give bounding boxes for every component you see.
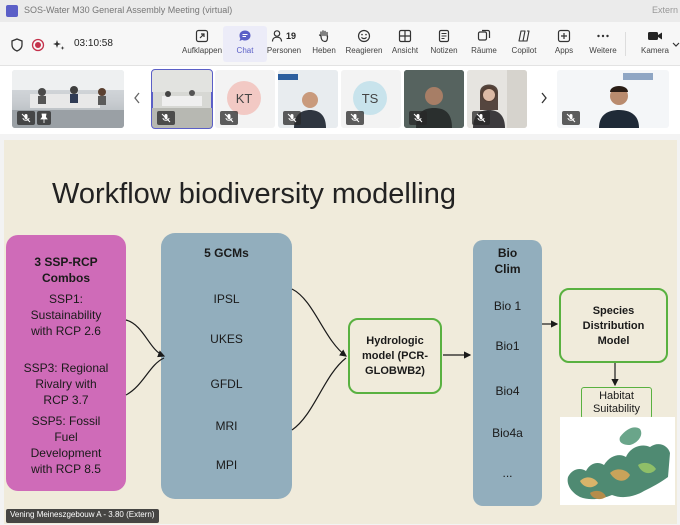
camera-button[interactable]: Kamera bbox=[633, 26, 677, 62]
expand-icon bbox=[195, 29, 209, 43]
participant-tile[interactable] bbox=[557, 70, 669, 128]
chevron-right-icon bbox=[541, 92, 547, 104]
muted-mic-badge bbox=[472, 111, 490, 125]
rooms-label: Räume bbox=[471, 46, 497, 55]
participant-tile[interactable] bbox=[151, 69, 213, 129]
chat-icon bbox=[239, 30, 251, 41]
speaker-caption: Vening Meineszgebouw A - 3.80 (Extern) bbox=[6, 509, 159, 523]
strip-next-button[interactable] bbox=[538, 92, 550, 106]
title-bar: SOS-Water M30 General Assembly Meeting (… bbox=[0, 0, 680, 22]
sparkle-icon[interactable] bbox=[52, 38, 66, 52]
muted-mic-badge bbox=[562, 111, 580, 125]
participant-tile[interactable] bbox=[278, 70, 338, 128]
rooms-button[interactable]: Räume bbox=[462, 26, 506, 62]
participant-strip: KT TS bbox=[0, 66, 680, 134]
participant-tile[interactable] bbox=[404, 70, 464, 128]
window-title: SOS-Water M30 General Assembly Meeting (… bbox=[24, 5, 233, 15]
apps-label: Apps bbox=[554, 46, 574, 55]
europe-habitat-map bbox=[560, 417, 675, 505]
people-label: Personen bbox=[266, 46, 302, 55]
presentation-slide: Workflow biodiversity modelling 3 SSP-RC… bbox=[4, 140, 677, 524]
mic-off-icon bbox=[161, 113, 171, 123]
mic-off-icon bbox=[224, 113, 234, 123]
apps-icon bbox=[557, 29, 571, 43]
view-label: Ansicht bbox=[391, 46, 419, 55]
muted-mic-badge bbox=[17, 111, 35, 125]
strip-prev-button[interactable] bbox=[131, 92, 143, 106]
notes-label: Notizen bbox=[430, 46, 458, 55]
expand-button[interactable]: Aufklappen bbox=[180, 26, 224, 62]
muted-mic-badge bbox=[409, 111, 427, 125]
pin-badge bbox=[37, 111, 51, 125]
mic-off-icon bbox=[413, 113, 423, 123]
copilot-icon bbox=[518, 30, 530, 42]
react-label: Reagieren bbox=[345, 46, 383, 55]
view-button[interactable]: Ansicht bbox=[383, 26, 427, 62]
raise-hand-icon bbox=[318, 30, 329, 43]
shield-icon[interactable] bbox=[10, 38, 24, 52]
people-button[interactable]: 19 Personen bbox=[262, 26, 306, 62]
mic-off-icon bbox=[287, 113, 297, 123]
shared-screen-stage: Workflow biodiversity modelling 3 SSP-RC… bbox=[0, 134, 680, 525]
mic-off-icon bbox=[350, 113, 360, 123]
mic-off-icon bbox=[21, 113, 31, 123]
participant-tile[interactable] bbox=[467, 70, 527, 128]
muted-mic-badge bbox=[346, 111, 364, 125]
muted-mic-badge bbox=[157, 111, 175, 125]
meeting-timer: 03:10:58 bbox=[74, 38, 113, 49]
raise-hand-label: Heben bbox=[312, 46, 336, 55]
react-icon bbox=[357, 29, 371, 43]
notes-icon bbox=[438, 29, 450, 43]
participant-count: 19 bbox=[286, 31, 297, 41]
pin-icon bbox=[40, 113, 48, 123]
meeting-toolbar: 03:10:58 Aufklappen Chat 19 Personen Heb… bbox=[0, 22, 680, 66]
mic-off-icon bbox=[476, 113, 486, 123]
toolbar-divider bbox=[625, 32, 626, 56]
chat-button[interactable]: Chat bbox=[223, 26, 267, 62]
avatar: KT bbox=[227, 81, 261, 115]
recording-icon[interactable] bbox=[31, 38, 45, 52]
teams-logo-icon bbox=[6, 5, 18, 17]
camera-icon bbox=[648, 32, 662, 40]
expand-label: Aufklappen bbox=[181, 46, 223, 55]
camera-label: Kamera bbox=[640, 46, 669, 55]
more-button[interactable]: Weitere bbox=[581, 26, 625, 62]
copilot-button[interactable]: Copilot bbox=[502, 26, 546, 62]
rooms-icon bbox=[477, 29, 491, 41]
extern-label: Extern bbox=[651, 5, 678, 15]
participant-tile[interactable]: KT bbox=[215, 70, 275, 128]
avatar: TS bbox=[353, 81, 387, 115]
participant-tile[interactable]: TS bbox=[341, 70, 401, 128]
react-button[interactable]: Reagieren bbox=[342, 26, 386, 62]
chevron-left-icon bbox=[134, 92, 140, 104]
people-icon bbox=[271, 30, 283, 42]
muted-mic-badge bbox=[283, 111, 301, 125]
apps-button[interactable]: Apps bbox=[542, 26, 586, 62]
more-icon bbox=[597, 34, 609, 38]
notes-button[interactable]: Notizen bbox=[422, 26, 466, 62]
mic-off-icon bbox=[566, 113, 576, 123]
chat-label: Chat bbox=[236, 46, 254, 55]
copilot-label: Copilot bbox=[511, 46, 537, 55]
camera-chevron-icon[interactable] bbox=[672, 40, 680, 50]
more-label: Weitere bbox=[589, 46, 617, 55]
europe-map-image bbox=[560, 417, 675, 505]
raise-hand-button[interactable]: Heben bbox=[302, 26, 346, 62]
participant-tile[interactable] bbox=[12, 70, 124, 128]
view-icon bbox=[398, 29, 412, 43]
muted-mic-badge bbox=[220, 111, 238, 125]
